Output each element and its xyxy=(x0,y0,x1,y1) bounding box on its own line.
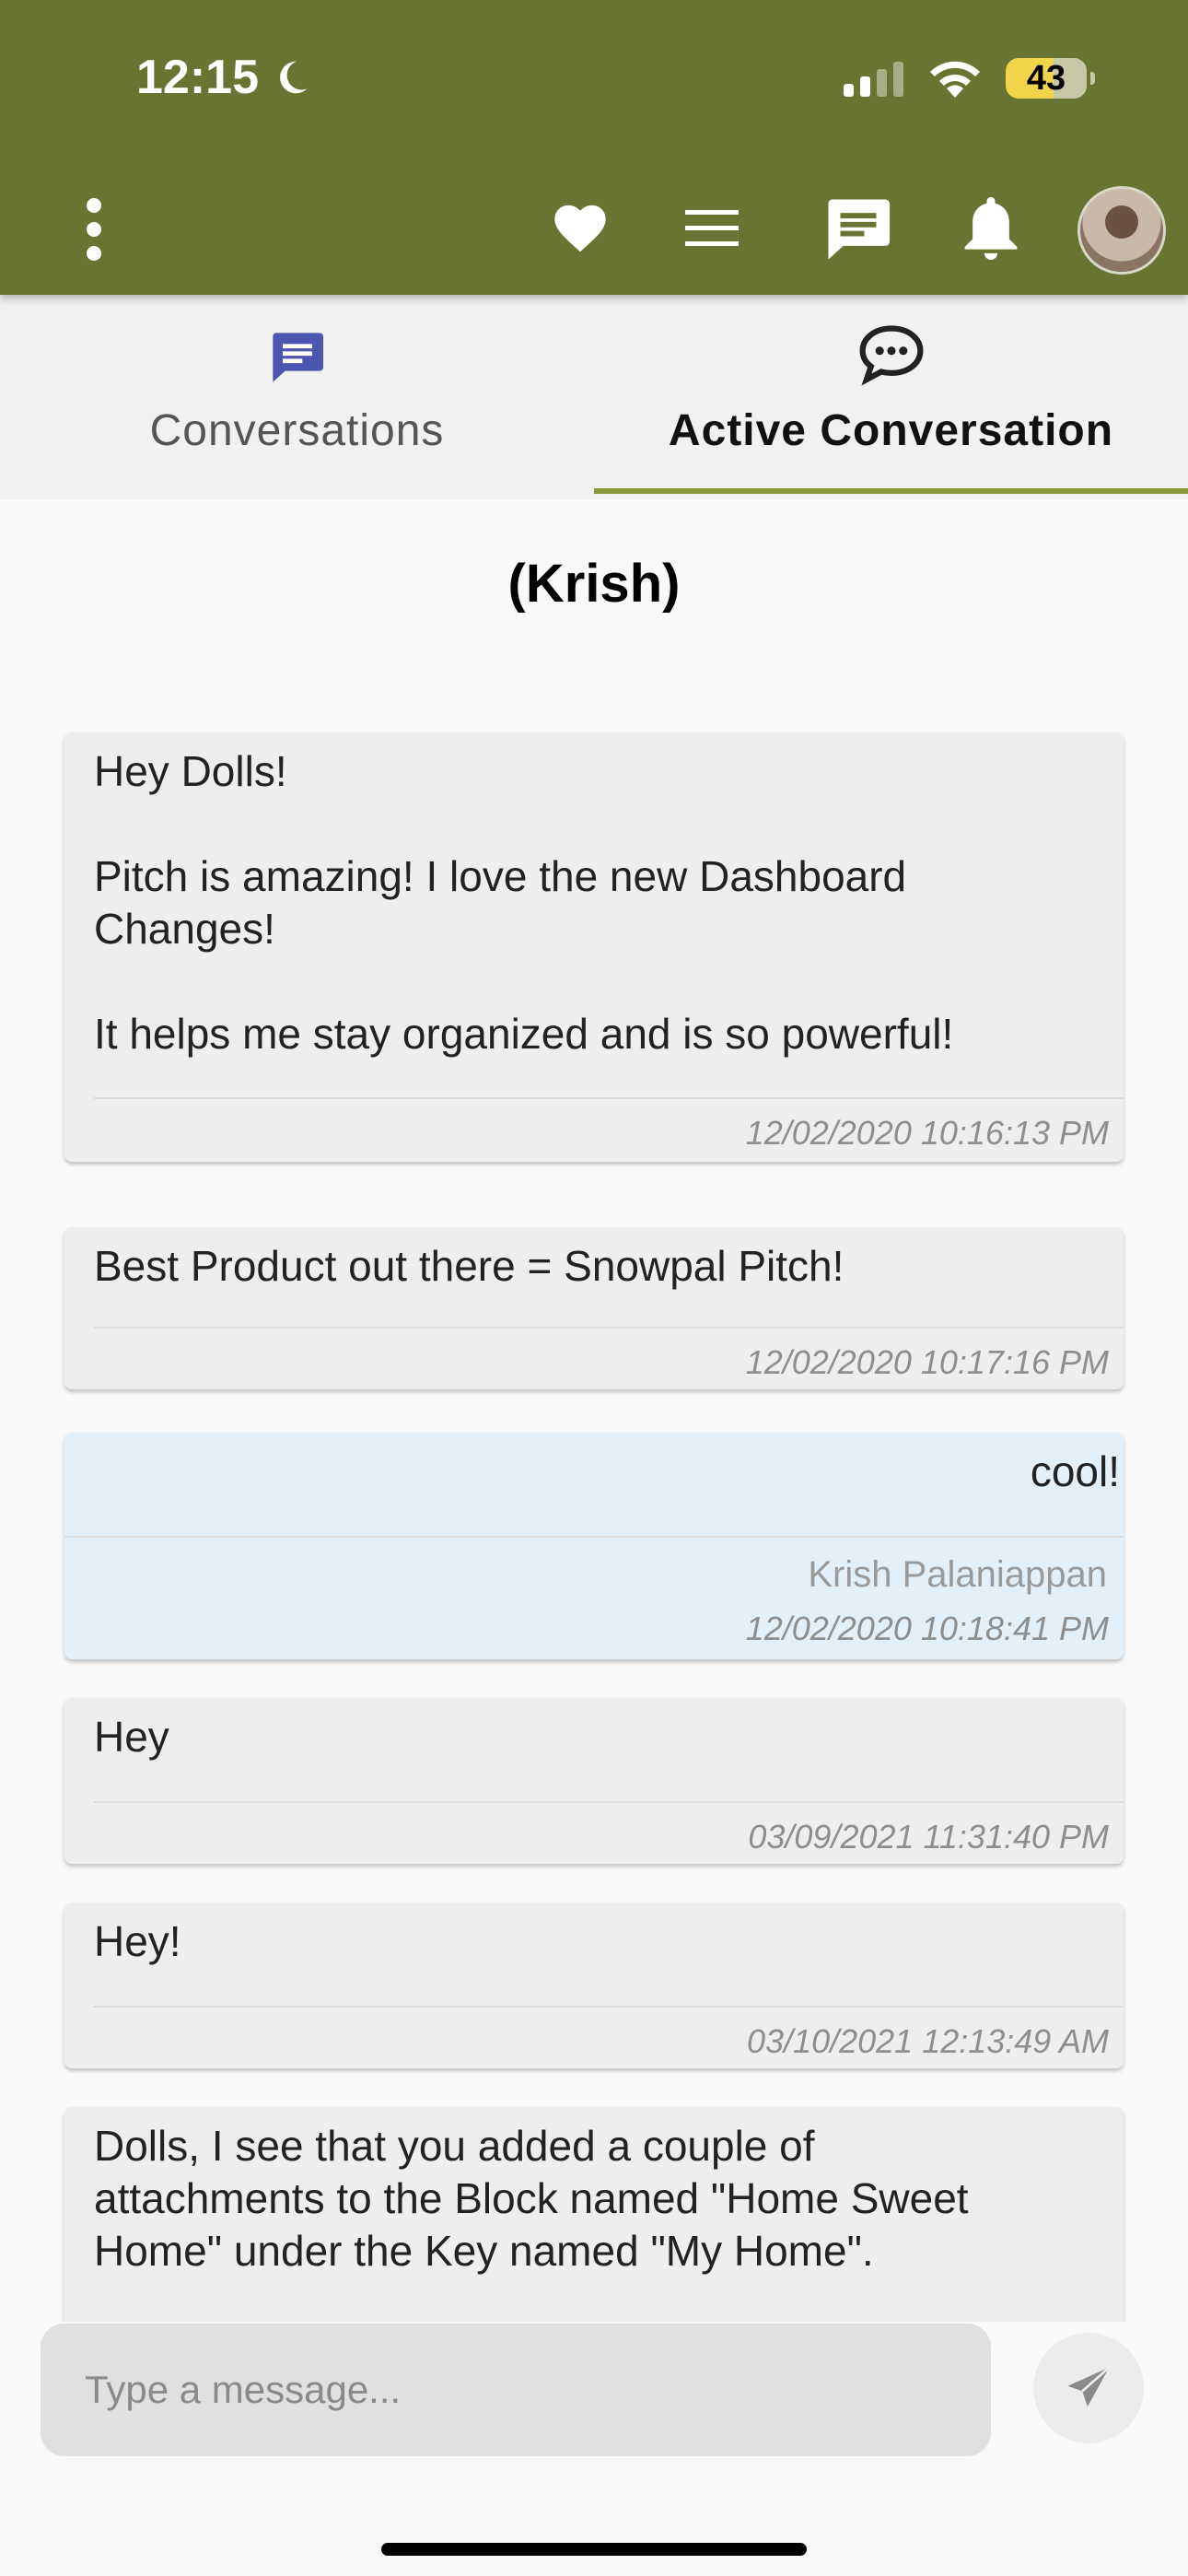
message-bubble[interactable]: Hey 03/09/2021 11:31:40 PM xyxy=(64,1698,1124,1864)
message-timestamp: 12/02/2020 10:16:13 PM xyxy=(745,1114,1109,1152)
app-header: 12:15 43 xyxy=(0,0,1188,295)
message-sender: Krish Palaniappan xyxy=(808,1554,1107,1595)
battery-level: 43 xyxy=(1026,58,1066,98)
message-text: Best Product out there = Snowpal Pitch! xyxy=(94,1242,844,1290)
tab-active-conversation-label: Active Conversation xyxy=(668,406,1114,455)
message-bubble[interactable]: Hey! 03/10/2021 12:13:49 AM xyxy=(64,1903,1124,2068)
chat-dots-icon xyxy=(859,325,923,386)
tab-conversations[interactable]: Conversations xyxy=(0,295,594,499)
message-bubble[interactable]: Dolls, I see that you added a couple of … xyxy=(64,2107,1124,2328)
chat-bubble-lines-icon xyxy=(272,333,323,382)
send-icon xyxy=(1067,2366,1111,2407)
status-indicators: 43 xyxy=(842,57,1095,100)
message-text: Hey Dolls! Pitch is amazing! I love the … xyxy=(94,747,954,1058)
message-input[interactable] xyxy=(83,2367,915,2413)
conversation-title: (Krish) xyxy=(507,554,681,614)
send-button[interactable] xyxy=(1033,2333,1144,2443)
message-divider xyxy=(94,1801,1124,1803)
wifi-icon xyxy=(930,61,980,98)
message-bubble[interactable]: Best Product out there = Snowpal Pitch! … xyxy=(64,1227,1124,1389)
status-time-text: 12:15 xyxy=(136,51,259,104)
own-message-bubble[interactable]: cool! Krish Palaniappan 12/02/2020 10:18… xyxy=(64,1433,1124,1659)
message-divider xyxy=(94,1097,1124,1099)
message-timestamp: 12/02/2020 10:18:41 PM xyxy=(745,1610,1109,1647)
tab-active-conversation[interactable]: Active Conversation xyxy=(594,295,1188,499)
message-divider xyxy=(94,2006,1124,2008)
status-time: 12:15 xyxy=(136,50,312,105)
home-indicator[interactable] xyxy=(381,2543,807,2556)
avatar[interactable] xyxy=(1077,186,1166,275)
moon-icon xyxy=(280,61,308,94)
cellular-signal-icon xyxy=(844,62,903,97)
tab-bar: Conversations Active Conversation xyxy=(0,295,1188,499)
more-vertical-icon[interactable] xyxy=(81,197,107,262)
message-text: cool! xyxy=(1030,1447,1120,1495)
message-text: Dolls, I see that you added a couple of … xyxy=(94,2122,969,2275)
battery-indicator: 43 xyxy=(1006,58,1095,99)
message-composer xyxy=(41,2324,991,2456)
bell-icon[interactable] xyxy=(960,193,1022,263)
chat-icon[interactable] xyxy=(821,193,895,265)
message-divider xyxy=(94,1327,1124,1329)
heart-icon[interactable] xyxy=(551,201,610,254)
message-timestamp: 03/09/2021 11:31:40 PM xyxy=(748,1818,1109,1856)
message-text: Hey! xyxy=(94,1917,181,1965)
message-timestamp: 12/02/2020 10:17:16 PM xyxy=(745,1343,1109,1381)
message-timestamp: 03/10/2021 12:13:49 AM xyxy=(747,2022,1109,2060)
message-text: Hey xyxy=(94,1713,169,1761)
tab-conversations-label: Conversations xyxy=(149,406,445,455)
active-tab-indicator xyxy=(594,488,1188,494)
message-bubble[interactable]: Hey Dolls! Pitch is amazing! I love the … xyxy=(64,732,1124,1162)
message-divider xyxy=(64,1536,1124,1538)
menu-icon[interactable] xyxy=(685,210,739,247)
